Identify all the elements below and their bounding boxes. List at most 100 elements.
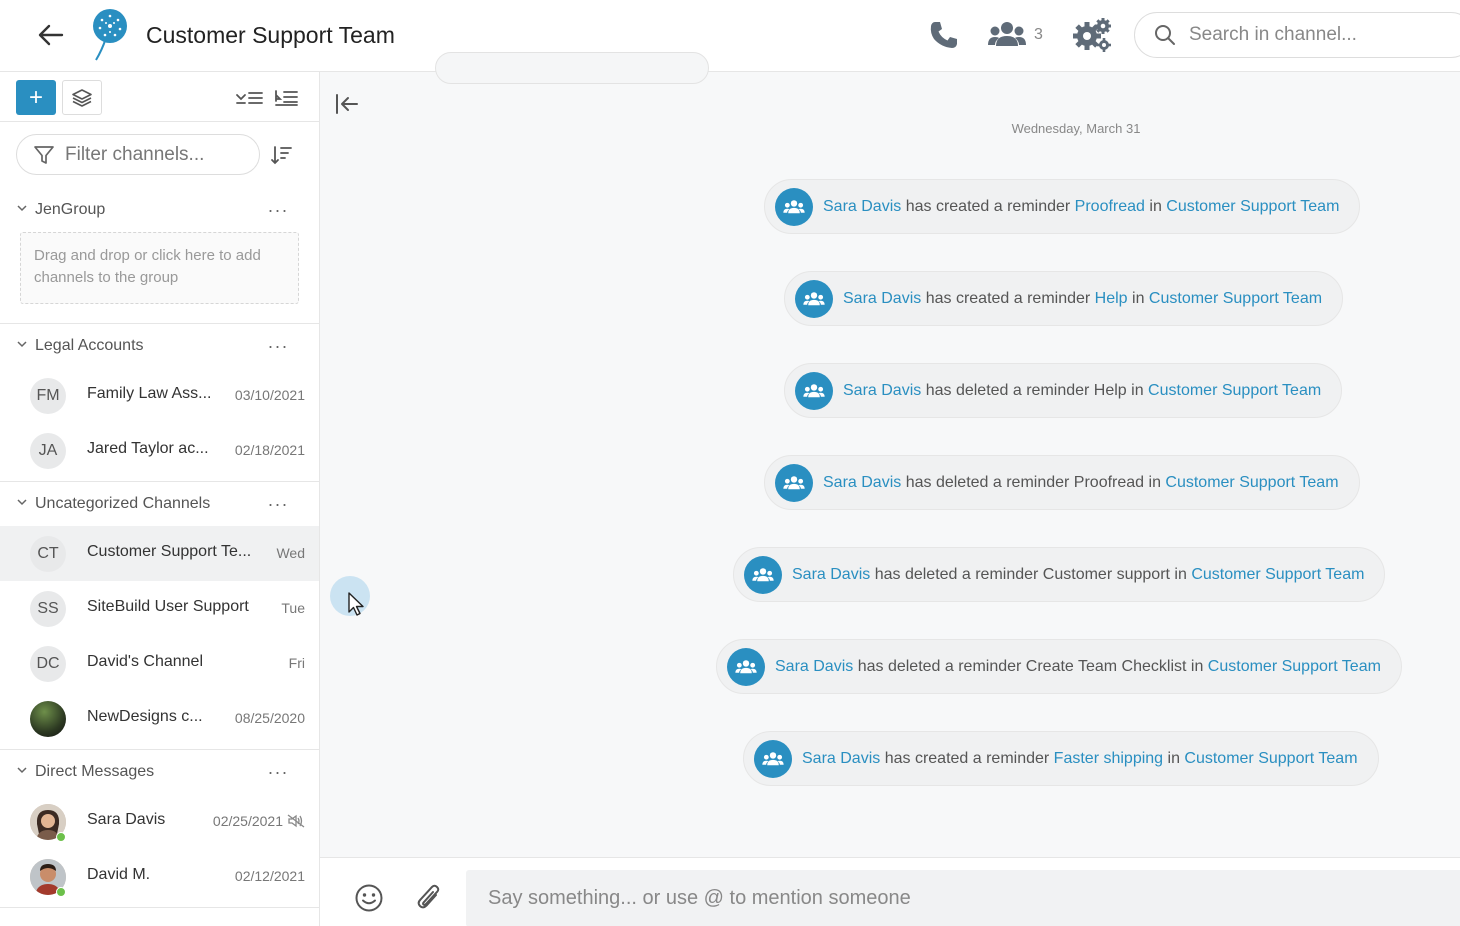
channel-link[interactable]: Customer Support Team bbox=[1184, 750, 1357, 767]
system-message: Sara Davis has deleted a reminder Proofr… bbox=[764, 455, 1360, 510]
user-link[interactable]: Sara Davis bbox=[792, 566, 870, 583]
settings-gears-icon[interactable] bbox=[1072, 17, 1112, 53]
chat-area: Wednesday, March 31 Sara Davis has creat… bbox=[320, 52, 1460, 926]
group-dropzone[interactable]: Drag and drop or click here to add chann… bbox=[20, 232, 299, 304]
team-icon bbox=[775, 463, 813, 502]
message-text: has deleted a reminder Customer support … bbox=[870, 565, 1192, 583]
emoji-icon[interactable] bbox=[354, 883, 384, 913]
channel-link[interactable]: Customer Support Team bbox=[1148, 382, 1321, 399]
user-link[interactable]: Sara Davis bbox=[843, 382, 921, 399]
message-input[interactable] bbox=[466, 870, 1460, 926]
user-link[interactable]: Sara Davis bbox=[802, 750, 880, 767]
channel-item-newdesigns[interactable]: NewDesigns c... 08/25/2020 bbox=[0, 691, 319, 746]
dm-item-sara-davis[interactable]: Sara Davis 02/25/2021 bbox=[0, 794, 319, 849]
reminder-link[interactable]: Help bbox=[1095, 290, 1128, 307]
dm-date-wrap: 02/25/2021 bbox=[213, 813, 305, 829]
avatar: DC bbox=[30, 646, 66, 682]
divider bbox=[0, 904, 319, 908]
add-channel-button[interactable]: + bbox=[16, 80, 56, 115]
group-header-legal-accounts[interactable]: Legal Accounts ··· bbox=[0, 324, 319, 368]
date-separator: Wednesday, March 31 bbox=[1011, 121, 1141, 136]
system-message: Sara Davis has created a reminder Help i… bbox=[784, 271, 1344, 326]
reminder-link[interactable]: Proofread bbox=[1075, 198, 1145, 215]
previous-message-bubble bbox=[435, 52, 709, 84]
search-input[interactable] bbox=[1189, 24, 1449, 46]
system-message: Sara Davis has created a reminder Faster… bbox=[743, 731, 1379, 786]
system-message: Sara Davis has deleted a reminder Help i… bbox=[784, 363, 1343, 418]
phone-icon[interactable] bbox=[928, 19, 960, 51]
members-button[interactable]: 3 bbox=[988, 19, 1043, 51]
channel-date: 02/18/2021 bbox=[234, 442, 305, 458]
dm-date: 02/25/2021 bbox=[212, 813, 283, 829]
channel-date: Fri bbox=[288, 655, 305, 671]
plus-icon: + bbox=[28, 83, 43, 111]
dandelion-logo-icon bbox=[88, 8, 130, 62]
more-icon[interactable]: ··· bbox=[266, 762, 290, 782]
sort-icon[interactable] bbox=[270, 144, 294, 166]
channel-item-davids-channel[interactable]: DC David's Channel Fri bbox=[0, 636, 319, 691]
channel-name: SiteBuild User Support bbox=[87, 598, 249, 615]
message-text: has deleted a reminder Create Team Check… bbox=[853, 657, 1208, 675]
team-icon bbox=[727, 647, 765, 686]
channel-link[interactable]: Customer Support Team bbox=[1165, 474, 1338, 491]
channel-search[interactable] bbox=[1134, 12, 1460, 58]
user-link[interactable]: Sara Davis bbox=[823, 474, 901, 491]
layers-icon bbox=[72, 88, 92, 107]
more-icon[interactable]: ··· bbox=[266, 494, 290, 514]
channel-item-customer-support[interactable]: CT Customer Support Te... Wed bbox=[0, 526, 319, 581]
layers-button[interactable] bbox=[62, 80, 102, 115]
back-arrow-icon[interactable] bbox=[36, 20, 66, 50]
more-icon[interactable]: ··· bbox=[266, 336, 290, 356]
team-icon bbox=[795, 371, 833, 410]
channel-item-jared-taylor[interactable]: JA Jared Taylor ac... 02/18/2021 bbox=[0, 423, 319, 478]
paperclip-icon[interactable] bbox=[414, 881, 442, 913]
channel-link[interactable]: Customer Support Team bbox=[1149, 290, 1322, 307]
channel-link[interactable]: Customer Support Team bbox=[1166, 198, 1339, 215]
members-count: 3 bbox=[1034, 26, 1043, 43]
avatar: JA bbox=[30, 433, 66, 469]
filter-input[interactable] bbox=[65, 143, 245, 166]
filter-row bbox=[0, 122, 319, 188]
mouse-cursor-icon bbox=[348, 592, 366, 618]
message-text: in bbox=[1127, 289, 1149, 307]
user-link[interactable]: Sara Davis bbox=[843, 290, 921, 307]
team-icon bbox=[795, 279, 833, 318]
collapse-sidebar-icon[interactable] bbox=[334, 92, 360, 116]
avatar: SS bbox=[30, 591, 66, 627]
sidebar: + JenGroup ··· Drag and drop or click he… bbox=[0, 72, 320, 926]
avatar: CT bbox=[30, 536, 66, 572]
team-icon bbox=[754, 739, 792, 778]
channel-item-family-law[interactable]: FM Family Law Ass... 03/10/2021 bbox=[0, 368, 319, 423]
channel-item-sitebuild[interactable]: SS SiteBuild User Support Tue bbox=[0, 581, 319, 636]
message-text: has created a reminder bbox=[921, 289, 1095, 307]
channel-link[interactable]: Customer Support Team bbox=[1208, 658, 1381, 675]
system-message: Sara Davis has deleted a reminder Create… bbox=[716, 639, 1402, 694]
team-icon bbox=[775, 187, 813, 226]
avatar bbox=[30, 701, 66, 737]
channel-name: Customer Support Te... bbox=[87, 543, 252, 560]
dm-name: Sara Davis bbox=[87, 811, 166, 828]
top-bar: Customer Support Team 3 bbox=[0, 0, 1460, 72]
message-text: has deleted a reminder Proofread in bbox=[901, 473, 1166, 491]
user-link[interactable]: Sara Davis bbox=[775, 658, 853, 675]
group-header-uncategorized[interactable]: Uncategorized Channels ··· bbox=[0, 482, 319, 526]
filter-icon bbox=[34, 145, 54, 164]
group-name: Uncategorized Channels bbox=[35, 495, 211, 512]
filter-channels[interactable] bbox=[16, 134, 260, 175]
dm-item-david-m[interactable]: David M. 02/12/2021 bbox=[0, 849, 319, 904]
collapse-all-icon[interactable] bbox=[234, 86, 264, 110]
user-link[interactable]: Sara Davis bbox=[823, 198, 901, 215]
message-text: has deleted a reminder Help in bbox=[921, 381, 1149, 399]
channel-link[interactable]: Customer Support Team bbox=[1191, 566, 1364, 583]
expand-all-icon[interactable] bbox=[273, 86, 299, 110]
message-text: in bbox=[1144, 197, 1167, 215]
sidebar-toolbar: + bbox=[0, 72, 319, 122]
group-name: JenGroup bbox=[35, 201, 106, 218]
group-header-jengroup[interactable]: JenGroup ··· bbox=[0, 188, 319, 232]
channel-date: 08/25/2020 bbox=[234, 710, 305, 726]
reminder-link[interactable]: Faster shipping bbox=[1054, 750, 1163, 767]
channel-name: NewDesigns c... bbox=[87, 708, 203, 725]
more-icon[interactable]: ··· bbox=[266, 200, 290, 220]
channel-date: Wed bbox=[276, 545, 305, 561]
group-header-direct-messages[interactable]: Direct Messages ··· bbox=[0, 750, 319, 794]
